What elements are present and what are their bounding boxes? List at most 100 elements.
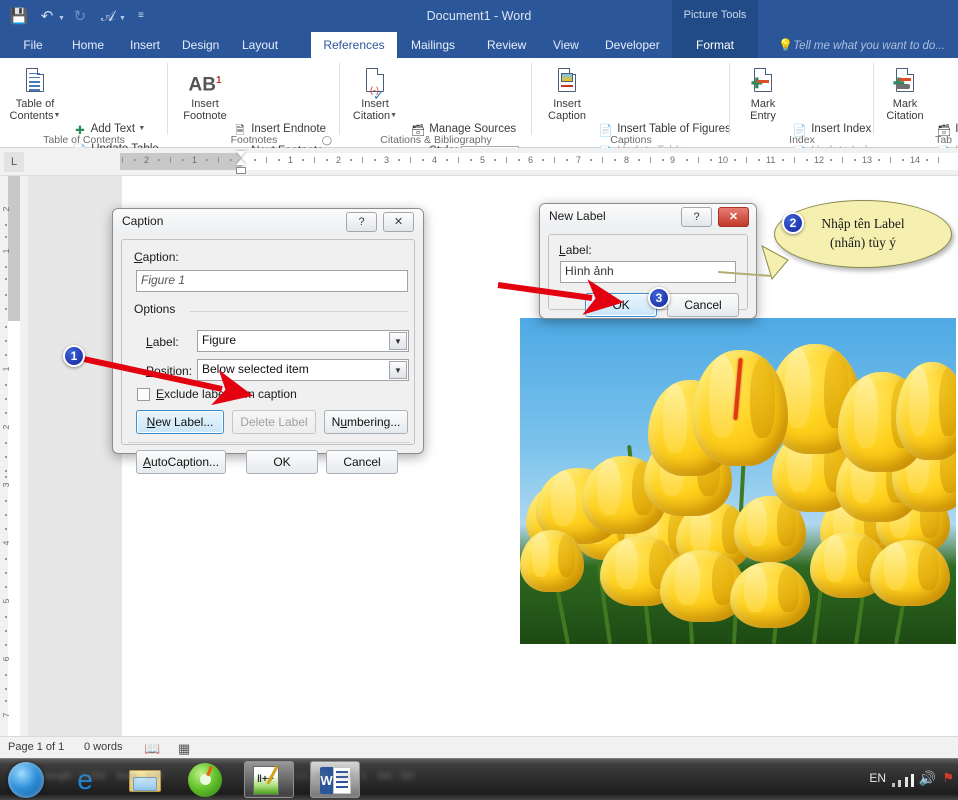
ribbon-group-captions: Insert Caption 📄 Insert Table of Figures… bbox=[532, 58, 731, 181]
title-bar: 💾 ↶ ▼ ↻ 𝒜 ▼ ≡ Document1 - Word Picture Too… bbox=[0, 0, 958, 32]
v-tick-3: 3 bbox=[1, 482, 11, 488]
ribbon-group-table-of-contents: Table of Contents▼ ✚ Add Text ▼ 📄 Update… bbox=[0, 58, 168, 157]
ribbon-tab-strip: File Home Insert Design Layout Reference… bbox=[0, 32, 958, 58]
ribbon-group-index: ✚ Mark Entry 📄 Insert Index 📄 Update Ind… bbox=[730, 58, 880, 159]
tab-home[interactable]: Home bbox=[60, 32, 116, 58]
caption-help-button[interactable]: ? bbox=[346, 212, 377, 232]
h-tick-6: 6 bbox=[528, 155, 534, 165]
v-tick-7: 7 bbox=[1, 712, 11, 718]
action-center-icon[interactable]: ⚑ bbox=[942, 770, 954, 786]
horizontal-ruler-track[interactable]: 2 1 1 2 3 4 5 6 7 8 9 10 11 12 13 14 bbox=[120, 151, 958, 174]
horizontal-ruler[interactable]: L 2 1 1 2 3 4 5 6 7 8 9 10 11 12 13 14 bbox=[0, 148, 958, 176]
reading-view-icon[interactable]: ▦ bbox=[178, 741, 190, 757]
word-count[interactable]: 0 words bbox=[84, 741, 123, 753]
toc-label-line1: Table of bbox=[15, 98, 55, 110]
insert-caption-line2: Caption bbox=[548, 110, 586, 122]
volume-icon[interactable]: 🔊 bbox=[919, 770, 936, 787]
tab-format[interactable]: Format bbox=[672, 32, 758, 58]
footnotes-dialog-launcher[interactable]: ◯ bbox=[322, 135, 332, 146]
mark-entry-button[interactable]: ✚ Mark Entry bbox=[734, 64, 792, 122]
v-tick-4: 4 bbox=[1, 540, 11, 546]
numbering-button[interactable]: Numbering... bbox=[324, 410, 408, 434]
v-tick-6: 6 bbox=[1, 656, 11, 662]
position-dropdown-value: Below selected item bbox=[202, 362, 309, 376]
tab-developer[interactable]: Developer bbox=[595, 32, 669, 58]
tab-layout[interactable]: Layout bbox=[232, 32, 288, 58]
new-label-help-button[interactable]: ? bbox=[681, 207, 712, 227]
insert-caption-icon bbox=[536, 64, 598, 98]
start-orb-icon[interactable] bbox=[8, 762, 44, 798]
h-tick-14: 14 bbox=[910, 155, 921, 165]
caption-dialog[interactable]: Caption ? ✕ Caption: Figure 1 Options La… bbox=[112, 208, 424, 474]
tab-mailings[interactable]: Mailings bbox=[401, 32, 465, 58]
options-section-label: Options bbox=[134, 302, 182, 316]
network-signal-icon[interactable] bbox=[891, 773, 914, 787]
ribbon-group-citations: (-) ✓ Insert Citation▼ 🗃 Manage Sources … bbox=[340, 58, 532, 182]
mark-entry-line1: Mark bbox=[750, 98, 776, 110]
h-tick-4: 4 bbox=[432, 155, 438, 165]
table-of-contents-icon bbox=[4, 64, 66, 98]
tell-me-search[interactable]: 💡 Tell me what you want to do... bbox=[778, 32, 945, 58]
caption-dialog-titlebar[interactable]: Caption ? ✕ bbox=[113, 209, 423, 235]
group-label-footnotes: Footnotes bbox=[230, 134, 278, 146]
caption-dialog-body: Caption: Figure 1 Options Label: Figure … bbox=[121, 239, 415, 474]
group-label-index: Index bbox=[789, 134, 815, 146]
new-label-text-input[interactable]: Hình ảnh bbox=[560, 261, 736, 283]
h-tick-2L: 2 bbox=[144, 155, 150, 165]
picture-tools-label: Picture Tools bbox=[672, 0, 758, 32]
tab-review[interactable]: Review bbox=[477, 32, 531, 58]
yellow-tulips-photo[interactable] bbox=[520, 318, 956, 644]
mark-entry-line2: Entry bbox=[750, 110, 776, 122]
caption-dialog-title: Caption bbox=[122, 214, 164, 228]
new-label-close-button[interactable]: ✕ bbox=[718, 207, 749, 227]
caption-close-button[interactable]: ✕ bbox=[383, 212, 414, 232]
insert-footnote-button[interactable]: AB1 Insert Footnote bbox=[174, 64, 236, 122]
h-tick-7: 7 bbox=[576, 155, 582, 165]
exclude-label-checkbox[interactable] bbox=[137, 388, 150, 401]
tab-stop-selector[interactable]: L bbox=[4, 152, 24, 172]
tab-file[interactable]: File bbox=[10, 32, 56, 58]
tab-design[interactable]: Design bbox=[172, 32, 228, 58]
position-field-label: Position: bbox=[146, 364, 193, 378]
caption-text-input[interactable]: Figure 1 bbox=[136, 270, 408, 292]
position-dropdown-chevron-down-icon[interactable]: ▼ bbox=[389, 361, 407, 379]
caption-ok-button[interactable]: OK bbox=[246, 450, 318, 474]
page-indicator[interactable]: Page 1 of 1 bbox=[8, 741, 64, 753]
proofing-errors-icon[interactable]: 📖 bbox=[144, 741, 160, 757]
vertical-ruler[interactable]: 2 1 1 2 3 4 5 6 7 bbox=[0, 176, 28, 736]
h-tick-12: 12 bbox=[814, 155, 825, 165]
document-title: Document1 - Word bbox=[426, 9, 532, 23]
tray-language-indicator[interactable]: EN bbox=[869, 771, 886, 785]
new-label-cancel-button[interactable]: Cancel bbox=[667, 293, 739, 317]
v-tick-5: 5 bbox=[1, 598, 11, 604]
tab-view[interactable]: View bbox=[543, 32, 585, 58]
label-dropdown-chevron-down-icon[interactable]: ▼ bbox=[389, 332, 407, 350]
h-tick-5: 5 bbox=[480, 155, 486, 165]
position-dropdown[interactable]: Below selected item ▼ bbox=[197, 359, 409, 381]
new-label-button[interactable]: New Label... bbox=[136, 410, 224, 434]
insert-caption-button[interactable]: Insert Caption bbox=[536, 64, 598, 122]
table-of-contents-button[interactable]: Table of Contents▼ bbox=[4, 64, 66, 122]
h-tick-11: 11 bbox=[766, 155, 776, 165]
taskbar[interactable]: e ‖++ W length : 0,250 lines : 179 Ln : … bbox=[0, 758, 958, 800]
h-tick-8: 8 bbox=[624, 155, 630, 165]
new-label-ok-button[interactable]: OK bbox=[585, 293, 657, 317]
label-dropdown[interactable]: Figure ▼ bbox=[197, 330, 409, 352]
tab-insert[interactable]: Insert bbox=[120, 32, 168, 58]
insert-footnote-icon: AB1 bbox=[188, 74, 222, 96]
insert-citation-line2: Citation bbox=[352, 110, 391, 122]
toc-label-line2: Contents bbox=[9, 110, 54, 122]
insert-citation-button[interactable]: (-) ✓ Insert Citation▼ bbox=[344, 64, 406, 122]
autocaption-button[interactable]: AutoCaption... bbox=[136, 450, 226, 474]
v-tick-1-top: 1 bbox=[1, 248, 11, 254]
callout-line-2: (nhấn) tùy ý bbox=[830, 235, 896, 250]
ribbon-group-authorities: ✚ Mark Citation 🗃 In 📄 U Tab bbox=[874, 58, 958, 159]
delete-label-button[interactable]: Delete Label bbox=[232, 410, 316, 434]
mark-citation-button[interactable]: ✚ Mark Citation bbox=[876, 64, 934, 122]
group-label-captions: Captions bbox=[610, 134, 652, 146]
mark-citation-line1: Mark bbox=[892, 98, 918, 110]
new-label-dialog-titlebar[interactable]: New Label ? ✕ bbox=[540, 204, 756, 230]
h-tick-2: 2 bbox=[336, 155, 342, 165]
tab-references[interactable]: References bbox=[311, 32, 397, 58]
caption-cancel-button[interactable]: Cancel bbox=[326, 450, 398, 474]
